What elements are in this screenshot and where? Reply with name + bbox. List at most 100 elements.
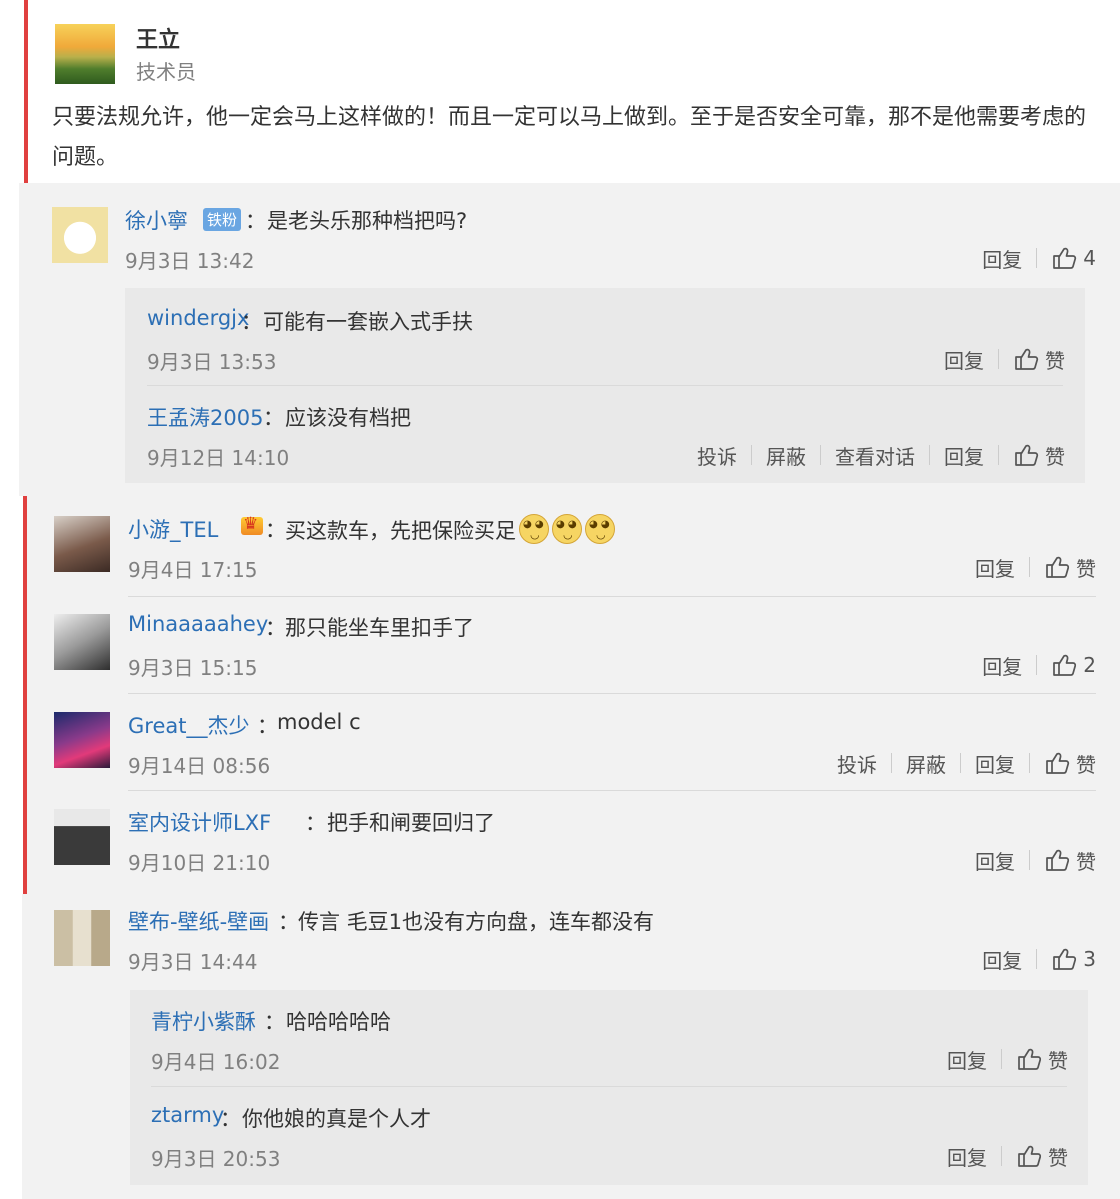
comment-actions: 回复 赞 [961,552,1096,582]
avatar[interactable] [54,614,110,670]
thumbs-up-icon [1051,245,1077,271]
reply-list: 青柠小紫酥 ： 哈哈哈哈哈 9月4日 16:02 回复 赞 ztarmy ： 你… [130,990,1088,1185]
comment-colon: ： [278,910,299,934]
doge-emoji-icon [519,514,549,544]
comment-text: 是老头乐那种档把吗? [267,209,468,233]
report-button[interactable]: 投诉 [823,749,891,778]
thumbs-up-icon [1016,1046,1042,1072]
comment-username[interactable]: 室内设计师LXF [128,807,271,837]
post-author-avatar[interactable] [55,24,115,84]
like-count: 3 [1083,947,1096,971]
comment-username[interactable]: Minaaaaahey [128,612,268,636]
reply-button[interactable]: 回复 [961,846,1029,875]
like-button[interactable]: 4 [1037,245,1096,271]
thumbs-up-icon [1013,442,1039,468]
thumbs-up-icon [1016,1143,1042,1169]
block-button[interactable]: 屏蔽 [752,441,820,470]
doge-emoji-icon [585,514,615,544]
reply-username[interactable]: ztarmy [151,1103,224,1127]
reply-button[interactable]: 回复 [961,553,1029,582]
avatar[interactable] [52,207,108,263]
reply-time: 9月3日 13:53 [147,350,277,374]
like-button[interactable]: 赞 [999,345,1065,374]
crown-icon [241,514,263,535]
reply-actions: 回复 赞 [930,344,1065,374]
avatar[interactable] [54,712,110,768]
like-label: 赞 [1048,1048,1068,1073]
reply-actions: 投诉 屏蔽 查看对话 回复 赞 [683,440,1065,470]
reply-username[interactable]: windergjx [147,306,249,330]
reply-button[interactable]: 回复 [968,244,1036,273]
reply-button[interactable]: 回复 [930,345,998,374]
post-author-name[interactable]: 王立 [136,22,180,54]
comment-time: 9月4日 17:15 [128,558,258,582]
like-button[interactable]: 赞 [1030,553,1096,582]
reply-colon: ： [264,1010,285,1034]
comment-username[interactable]: 徐小寧 [125,205,188,235]
comment-username[interactable]: 小游_TEL [128,514,218,544]
avatar[interactable] [54,516,110,572]
like-label: 赞 [1076,556,1096,581]
reply-time: 9月3日 20:53 [151,1147,281,1171]
like-label: 赞 [1045,348,1065,373]
report-button[interactable]: 投诉 [683,441,751,470]
comment-text: 把手和闸要回归了 [327,811,495,835]
reply-text: 应该没有档把 [285,406,411,430]
like-button[interactable]: 2 [1037,652,1096,678]
reply-colon: ： [241,310,262,334]
comment-colon: ： [257,714,278,738]
like-button[interactable]: 赞 [1002,1045,1068,1074]
comment-thread: 壁布-壁纸-壁画 ： 传言 毛豆1也没有方向盘，连车都没有 9月3日 14:44… [22,894,1120,1199]
reply-button[interactable]: 回复 [968,651,1036,680]
avatar[interactable] [54,809,110,865]
comment-colon: ： [265,616,286,640]
reply-button[interactable]: 回复 [930,441,998,470]
comment-time: 9月3日 13:42 [125,249,255,273]
like-count: 2 [1083,653,1096,677]
comment-colon: ： [305,811,326,835]
comment-colon: ： [245,209,266,233]
comment-actions: 回复 2 [968,650,1096,680]
post-author-role: 技术员 [136,60,196,84]
reply-button[interactable]: 回复 [933,1045,1001,1074]
like-label: 赞 [1048,1145,1068,1170]
like-button[interactable]: 赞 [1030,846,1096,875]
reply-text: 哈哈哈哈哈 [286,1010,391,1034]
comment-colon: ： [265,518,286,542]
reply-button[interactable]: 回复 [933,1142,1001,1171]
reply-button[interactable]: 回复 [961,749,1029,778]
like-button[interactable]: 赞 [1030,749,1096,778]
like-button[interactable]: 3 [1037,946,1096,972]
thumbs-up-icon [1013,346,1039,372]
comment-username[interactable]: Great__杰少 [128,710,249,740]
comment-text: 传言 毛豆1也没有方向盘，连车都没有 [298,910,655,934]
comment-text: 买这款车，先把保险买足 [285,514,615,545]
reply-username[interactable]: 王孟涛2005 [147,402,263,432]
post: 王立 技术员 只要法规允许，他一定会马上这样做的！而且一定可以马上做到。至于是否… [24,0,1120,183]
like-count: 4 [1083,246,1096,270]
thumbs-up-icon [1051,946,1077,972]
block-button[interactable]: 屏蔽 [892,749,960,778]
reply-actions: 回复 赞 [933,1044,1068,1074]
comment-actions: 回复 赞 [961,845,1096,875]
avatar[interactable] [54,910,110,966]
like-label: 赞 [1045,444,1065,469]
comment-username[interactable]: 壁布-壁纸-壁画 [128,906,269,936]
comment-actions: 投诉 屏蔽 回复 赞 [823,748,1096,778]
reply-text: 可能有一套嵌入式手扶 [263,310,473,334]
like-label: 赞 [1076,849,1096,874]
reply-time: 9月4日 16:02 [151,1050,281,1074]
reply-colon: ： [263,406,284,430]
comment-divider [128,693,1096,694]
view-conversation-button[interactable]: 查看对话 [821,441,929,470]
post-body: 只要法规允许，他一定会马上这样做的！而且一定可以马上做到。至于是否安全可靠，那不… [52,105,1087,170]
fan-badge[interactable]: 铁粉 [203,208,242,231]
comment-time: 9月3日 14:44 [128,950,258,974]
reply-actions: 回复 赞 [933,1141,1068,1171]
like-button[interactable]: 赞 [999,441,1065,470]
comment-text-content: 买这款车，先把保险买足 [285,519,516,543]
reply-divider [151,1086,1067,1087]
like-button[interactable]: 赞 [1002,1142,1068,1171]
reply-username[interactable]: 青柠小紫酥 [151,1006,256,1036]
reply-button[interactable]: 回复 [968,945,1036,974]
